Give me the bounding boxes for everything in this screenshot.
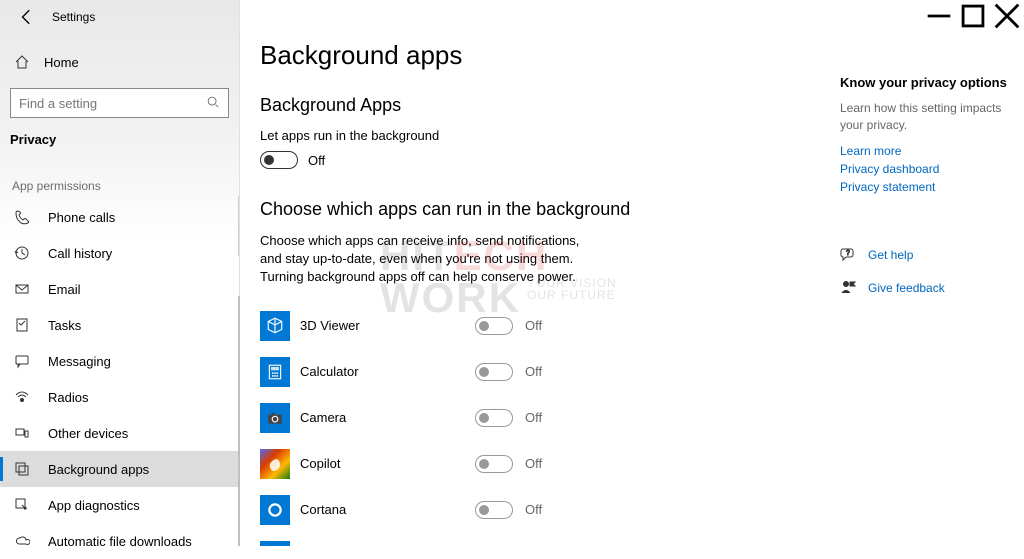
close-button[interactable] [990, 0, 1024, 32]
privacy-options-desc: Learn how this setting impacts your priv… [840, 100, 1010, 134]
sidebar-item-label: Radios [48, 390, 88, 405]
header: Settings [0, 0, 239, 34]
sidebar: Settings Home Privacy App permissions Ph… [0, 0, 240, 546]
sidebar-item-automatic-file-downloads[interactable]: Automatic file downloads [0, 523, 239, 559]
sidebar-item-tasks[interactable]: Tasks [0, 307, 239, 343]
master-toggle[interactable] [260, 151, 298, 169]
app-toggle-state: Off [525, 318, 542, 333]
mail-icon [14, 281, 30, 297]
app-name: Calculator [300, 364, 475, 379]
app-toggle[interactable] [475, 455, 513, 473]
home-icon [14, 54, 30, 70]
maximize-button[interactable] [956, 0, 990, 32]
privacy-options-heading: Know your privacy options [840, 75, 1010, 90]
app-toggle[interactable] [475, 317, 513, 335]
cloud-icon [14, 533, 30, 549]
app-name: Cortana [300, 502, 475, 517]
diagnostics-icon [14, 497, 30, 513]
app-toggle-state: Off [525, 410, 542, 425]
link-privacy-dashboard[interactable]: Privacy dashboard [840, 162, 1010, 176]
back-button[interactable] [18, 8, 36, 26]
sidebar-item-label: App diagnostics [48, 498, 140, 513]
app-toggle[interactable] [475, 501, 513, 519]
app-name: 3D Viewer [300, 318, 475, 333]
right-panel: Know your privacy options Learn how this… [840, 75, 1010, 298]
sidebar-item-messaging[interactable]: Messaging [0, 343, 239, 379]
sidebar-item-label: Automatic file downloads [48, 534, 192, 549]
section1-heading: Background Apps [260, 95, 800, 116]
section1-desc: Let apps run in the background [260, 128, 800, 143]
give-feedback-link[interactable]: Give feedback [868, 281, 945, 295]
sidebar-item-background-apps[interactable]: Background apps [0, 451, 239, 487]
history-icon [14, 245, 30, 261]
app-row-calculator: Calculator Off [260, 349, 800, 395]
search-icon [206, 95, 220, 112]
app-tile-icon [260, 403, 290, 433]
app-tile-icon [260, 449, 290, 479]
radio-icon [14, 389, 30, 405]
sidebar-item-label: Tasks [48, 318, 81, 333]
give-feedback-row[interactable]: Give feedback [840, 279, 1010, 298]
devices-icon [14, 425, 30, 441]
app-tile-icon [260, 357, 290, 387]
app-name: Camera [300, 410, 475, 425]
app-row-camera: Camera Off [260, 395, 800, 441]
app-toggle[interactable] [475, 409, 513, 427]
nav-list: Phone calls Call history Email Tasks Messagi… [0, 199, 239, 559]
app-row-copilot: Copilot Off [260, 441, 800, 487]
search-box[interactable] [10, 88, 229, 118]
app-title: Settings [52, 10, 95, 24]
sidebar-item-label: Background apps [48, 462, 149, 477]
home-label: Home [44, 55, 79, 70]
help-icon: ? [840, 246, 856, 265]
sidebar-item-app-diagnostics[interactable]: App diagnostics [0, 487, 239, 523]
permissions-group-label: App permissions [0, 157, 239, 199]
app-tile-icon [260, 495, 290, 525]
scrollbar-track [238, 196, 239, 256]
link-learn-more[interactable]: Learn more [840, 144, 1010, 158]
tasks-icon [14, 317, 30, 333]
app-toggle[interactable] [475, 363, 513, 381]
get-help-link[interactable]: Get help [868, 248, 913, 262]
minimize-button[interactable] [922, 0, 956, 32]
app-name: Copilot [300, 456, 475, 471]
feedback-icon [840, 279, 856, 298]
phone-icon [14, 209, 30, 225]
sidebar-item-label: Other devices [48, 426, 128, 441]
chat-icon [14, 353, 30, 369]
app-tile-icon [260, 541, 290, 546]
sidebar-item-label: Email [48, 282, 81, 297]
sidebar-item-other-devices[interactable]: Other devices [0, 415, 239, 451]
app-toggle-state: Off [525, 456, 542, 471]
window-controls [922, 0, 1024, 32]
sidebar-item-radios[interactable]: Radios [0, 379, 239, 415]
app-row-3d-viewer: 3D Viewer Off [260, 303, 800, 349]
home-button[interactable]: Home [0, 44, 239, 80]
sidebar-item-label: Phone calls [48, 210, 115, 225]
search-input[interactable] [19, 96, 206, 111]
get-help-row[interactable]: ? Get help [840, 246, 1010, 265]
section2-heading: Choose which apps can run in the backgro… [260, 199, 800, 220]
sidebar-item-label: Messaging [48, 354, 111, 369]
app-list: 3D Viewer Off Calculator Off Camera Off … [260, 303, 800, 546]
category-heading: Privacy [0, 118, 239, 157]
section2-desc: Choose which apps can receive info, send… [260, 232, 600, 287]
main-content: Background apps Background Apps Let apps… [240, 0, 800, 546]
page-title: Background apps [260, 40, 800, 71]
svg-text:?: ? [846, 250, 850, 257]
bgapps-icon [14, 461, 30, 477]
app-tile-icon [260, 311, 290, 341]
app-row-feedback-hub: Feedback Hub Off [260, 533, 800, 546]
sidebar-item-label: Call history [48, 246, 112, 261]
sidebar-item-call-history[interactable]: Call history [0, 235, 239, 271]
app-toggle-state: Off [525, 364, 542, 379]
master-toggle-row: Off [260, 151, 800, 169]
link-privacy-statement[interactable]: Privacy statement [840, 180, 1010, 194]
app-toggle-state: Off [525, 502, 542, 517]
master-toggle-state: Off [308, 153, 325, 168]
sidebar-item-phone-calls[interactable]: Phone calls [0, 199, 239, 235]
app-row-cortana: Cortana Off [260, 487, 800, 533]
sidebar-item-email[interactable]: Email [0, 271, 239, 307]
